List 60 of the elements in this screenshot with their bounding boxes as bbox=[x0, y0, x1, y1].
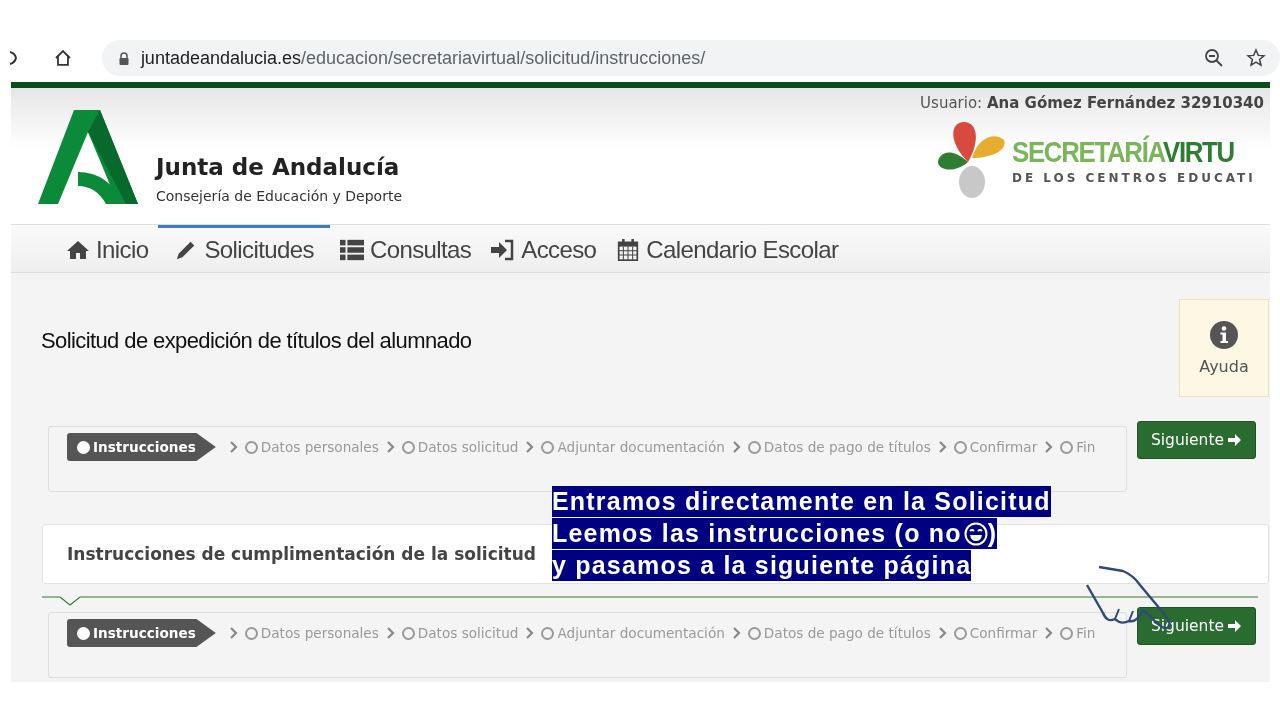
step-item: Adjuntar documentación bbox=[541, 622, 725, 644]
sign-in-icon bbox=[491, 239, 516, 261]
reload-icon[interactable] bbox=[10, 48, 20, 68]
nav-tab[interactable]: Inicio bbox=[56, 225, 159, 272]
step-item: Instrucciones bbox=[67, 619, 216, 647]
callout-text: Entramos directamente en la Solicitud bbox=[552, 486, 1051, 517]
address-bar[interactable]: juntadeandalucia.es/educacion/secretariavirtual/solicitud/instrucciones/ bbox=[101, 40, 1280, 76]
home-icon bbox=[66, 239, 90, 261]
chevron-icon bbox=[1045, 441, 1054, 453]
nav-tab[interactable]: Solicitudes bbox=[158, 225, 330, 272]
grin-face-icon bbox=[963, 521, 988, 546]
org-title: Junta de Andalucía bbox=[156, 154, 401, 180]
callout-text: Leemos las instrucciones (o no ) bbox=[552, 518, 998, 549]
step-item: Confirmar bbox=[953, 622, 1038, 644]
list-icon bbox=[339, 239, 364, 261]
calendar-icon bbox=[616, 239, 641, 261]
chevron-icon bbox=[386, 441, 395, 453]
brand-title: SECRETARÍAVIRTU bbox=[1011, 135, 1234, 169]
step-item: Fin bbox=[1060, 622, 1096, 644]
nav-tab[interactable]: Consultas bbox=[329, 225, 482, 272]
nav-tab[interactable]: Acceso bbox=[481, 225, 607, 272]
chevron-icon bbox=[229, 441, 238, 453]
chevron-icon bbox=[386, 627, 395, 639]
step-item: Datos solicitud bbox=[401, 436, 519, 458]
step-item: Adjuntar documentación bbox=[541, 436, 725, 458]
chevron-icon bbox=[229, 627, 238, 639]
step-item: Fin bbox=[1060, 436, 1096, 458]
next-button[interactable]: Siguiente bbox=[1137, 607, 1256, 645]
arrow-right-icon bbox=[1228, 619, 1243, 633]
arrow-right-icon bbox=[1228, 433, 1243, 447]
letter-a-logo-icon bbox=[38, 110, 138, 204]
star-icon[interactable] bbox=[1246, 48, 1266, 68]
org-subtitle: Consejería de Educación y Deporte bbox=[156, 188, 403, 204]
step-item: Datos solicitud bbox=[401, 622, 519, 644]
nav-tab[interactable]: Calendario Escolar bbox=[606, 225, 849, 272]
chevron-icon bbox=[938, 627, 947, 639]
chevron-icon bbox=[732, 627, 741, 639]
step-item: Datos de pago de títulos bbox=[747, 622, 931, 644]
chevron-icon bbox=[526, 441, 535, 453]
step-item: Datos personales bbox=[244, 436, 379, 458]
user-info: Usuario: Ana Gómez Fernández 32910340 bbox=[920, 94, 1264, 112]
step-item: Datos de pago de títulos bbox=[747, 436, 931, 458]
chevron-icon bbox=[1045, 627, 1054, 639]
zoom-out-icon[interactable] bbox=[1204, 48, 1224, 68]
chevron-icon bbox=[938, 441, 947, 453]
next-button[interactable]: Siguiente bbox=[1137, 421, 1256, 459]
step-item: Confirmar bbox=[953, 436, 1038, 458]
panel-heading: Instrucciones de cumplimentación de la solicitud bbox=[67, 544, 536, 564]
page-title: Solicitud de expedición de títulos del alumnado bbox=[41, 328, 472, 354]
lock-icon bbox=[118, 51, 129, 65]
chevron-icon bbox=[526, 627, 535, 639]
info-icon bbox=[1210, 320, 1238, 349]
help-button[interactable]: Ayuda bbox=[1179, 299, 1269, 397]
callout-text: y pasamos a la siguiente página bbox=[552, 550, 972, 581]
step-item: Datos personales bbox=[244, 622, 379, 644]
url-text: juntadeandalucia.es/educacion/secretariavirtual/solicitud/instrucciones/ bbox=[140, 47, 707, 69]
brand-subtitle: DE LOS CENTROS EDUCATI bbox=[1011, 171, 1257, 185]
home-icon[interactable] bbox=[52, 48, 73, 68]
step-item: Instrucciones bbox=[67, 433, 216, 461]
chevron-icon bbox=[732, 441, 741, 453]
